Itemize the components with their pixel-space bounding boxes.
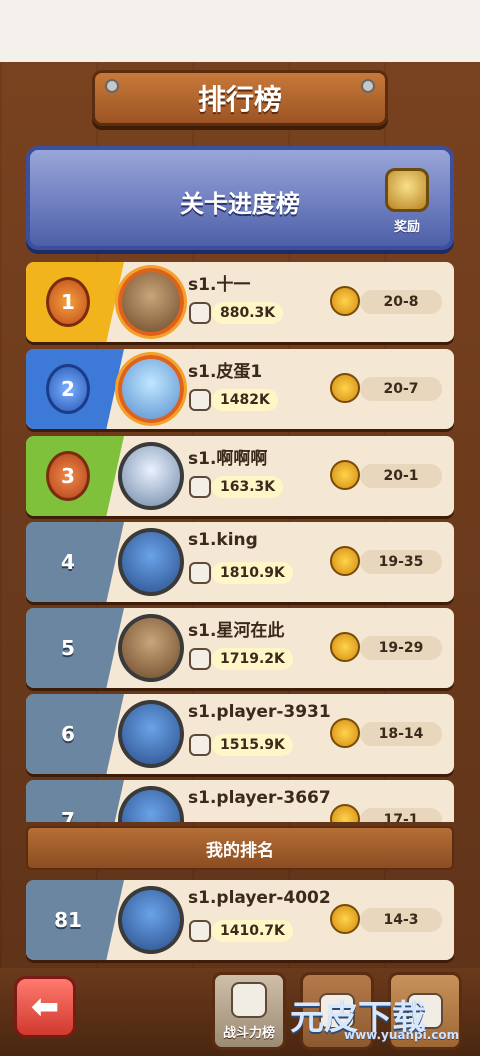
crown-icon (330, 904, 360, 934)
silver-medal-icon: 2 (46, 364, 90, 414)
crown-icon (330, 546, 360, 576)
rank-cell: 7 (26, 780, 124, 822)
leaderboard-row[interactable]: 5 s1.星河在此 1719.2K 19-29 (26, 608, 454, 688)
stage-progress: 20-7 (360, 377, 442, 401)
rank-number: 6 (61, 722, 75, 746)
leaderboard-row[interactable]: 4 s1.king 1810.9K 19-35 (26, 522, 454, 602)
leaderboard-row[interactable]: 1 s1.十一 880.3K 20-8 (26, 262, 454, 342)
back-arrow-icon: ⬅ (30, 987, 60, 1027)
bronze-medal-icon: 3 (46, 451, 90, 501)
crown-icon (330, 373, 360, 403)
fist-icon (189, 302, 211, 324)
power-value: 880.3K (212, 302, 284, 324)
status-area (0, 0, 480, 62)
player-name: s1.啊啊啊 (188, 449, 268, 469)
avatar[interactable] (118, 268, 184, 336)
avatar[interactable] (118, 355, 184, 423)
rank-cell: 81 (26, 880, 124, 960)
nail-icon (361, 79, 375, 93)
tab-power-ranking[interactable]: 战斗力榜 (212, 972, 286, 1050)
reward-button[interactable]: 奖励 (378, 168, 436, 240)
rank-cell: 6 (26, 694, 124, 774)
fist-icon (189, 476, 211, 498)
gold-medal-icon: 1 (46, 277, 90, 327)
crown-icon (330, 632, 360, 662)
rank-cell: 2 (26, 349, 124, 429)
player-name: s1.十一 (188, 275, 251, 295)
leaderboard-list[interactable]: 1 s1.十一 880.3K 20-8 2 s1.皮蛋1 1482K 20-7 … (26, 262, 454, 822)
leaderboard-row[interactable]: 7 s1.player-3667 17-1 (26, 780, 454, 822)
fist-icon (189, 389, 211, 411)
leaderboard-row[interactable]: 3 s1.啊啊啊 163.3K 20-1 (26, 436, 454, 516)
watermark-url: www.yuanpi.com (344, 1028, 460, 1042)
back-button[interactable]: ⬅ (14, 976, 76, 1038)
player-name: s1.皮蛋1 (188, 362, 263, 382)
avatar[interactable] (118, 786, 184, 822)
stage-progress: 20-1 (360, 464, 442, 488)
rank-number: 5 (61, 636, 75, 660)
rank-cell: 3 (26, 436, 124, 516)
power-value: 1410.7K (212, 920, 293, 942)
crown-icon (330, 286, 360, 316)
avatar[interactable] (118, 614, 184, 682)
my-rank-header: 我的排名 (26, 826, 454, 870)
nail-icon (105, 79, 119, 93)
power-value: 1515.9K (212, 734, 293, 756)
rank-number: 7 (61, 808, 75, 822)
stage-progress: 14-3 (360, 908, 442, 932)
reward-label: 奖励 (393, 220, 420, 235)
avatar[interactable] (118, 528, 184, 596)
player-name: s1.player-3667 (188, 788, 331, 808)
my-rank-row[interactable]: 81 s1.player-4002 1410.7K 14-3 (26, 880, 454, 960)
stage-progress-banner: 关卡进度榜 奖励 (26, 146, 454, 250)
player-name: s1.player-3931 (188, 702, 331, 722)
fist-icon (189, 562, 211, 584)
rank-cell: 1 (26, 262, 124, 342)
avatar[interactable] (118, 700, 184, 768)
rank-number: 1 (61, 290, 75, 314)
rank-number: 2 (61, 377, 75, 401)
stage-progress: 18-14 (360, 722, 442, 746)
player-name: s1.星河在此 (188, 621, 285, 641)
stage-progress: 19-29 (360, 636, 442, 660)
chest-icon (385, 168, 429, 212)
power-value: 1482K (212, 389, 278, 411)
rank-number: 81 (54, 908, 82, 932)
tab-label: 战斗力榜 (222, 1025, 275, 1041)
fist-icon (231, 981, 267, 1018)
rank-number: 3 (61, 464, 75, 488)
stage-progress: 17-1 (360, 808, 442, 822)
rank-cell: 5 (26, 608, 124, 688)
power-value: 1719.2K (212, 648, 293, 670)
crown-icon (330, 718, 360, 748)
rank-cell: 4 (26, 522, 124, 602)
fist-icon (189, 734, 211, 756)
page-title: 排行榜 (197, 83, 282, 116)
player-name: s1.player-4002 (188, 888, 331, 908)
leaderboard-row[interactable]: 6 s1.player-3931 1515.9K 18-14 (26, 694, 454, 774)
rank-number: 4 (61, 550, 75, 574)
power-value: 163.3K (212, 476, 284, 498)
fist-icon (189, 920, 211, 942)
stage-progress: 19-35 (360, 550, 442, 574)
crown-icon (330, 460, 360, 490)
leaderboard-row[interactable]: 2 s1.皮蛋1 1482K 20-7 (26, 349, 454, 429)
avatar[interactable] (118, 442, 184, 510)
title-board: 排行榜 (92, 70, 388, 126)
stage-progress: 20-8 (360, 290, 442, 314)
crown-icon (330, 804, 360, 822)
power-value: 1810.9K (212, 562, 293, 584)
player-name: s1.king (188, 530, 258, 550)
fist-icon (189, 648, 211, 670)
avatar[interactable] (118, 886, 184, 954)
